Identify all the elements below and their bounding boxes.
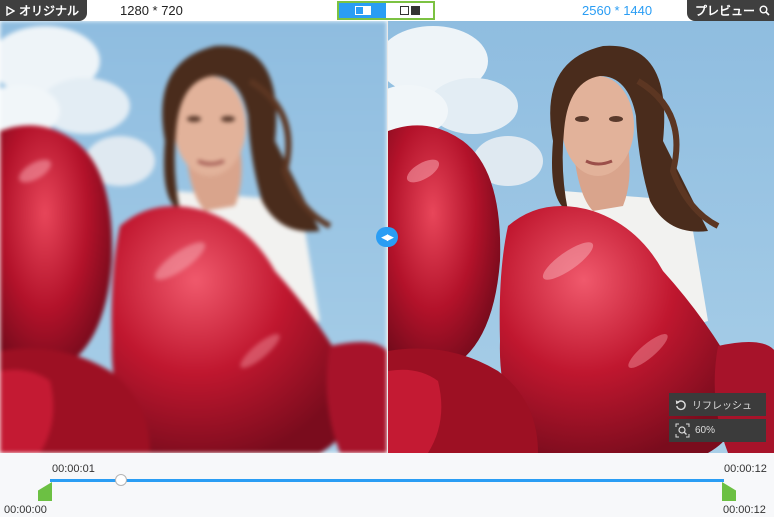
search-icon	[759, 5, 770, 16]
enhanced-preview-pane	[388, 21, 774, 453]
end-time-top: 00:00:12	[724, 463, 767, 475]
zoom-icon	[675, 423, 690, 438]
refresh-icon	[675, 399, 686, 410]
current-time: 00:00:01	[52, 463, 95, 475]
original-resolution: 1280 * 720	[120, 3, 183, 18]
playhead-handle[interactable]	[115, 474, 127, 486]
view-mode-toggle	[337, 1, 435, 20]
end-time-bottom: 00:00:12	[723, 504, 766, 516]
refresh-button[interactable]: リフレッシュ	[669, 393, 766, 416]
play-outline-icon	[6, 5, 15, 16]
refresh-label: リフレッシュ	[692, 401, 752, 412]
timeline	[0, 453, 774, 517]
side-by-side-icon	[399, 6, 420, 15]
split-view-icon	[354, 6, 371, 15]
enhanced-video-frame	[388, 21, 774, 453]
preview-label: プレビュー	[695, 4, 756, 18]
split-handle[interactable]: ◀▶	[376, 227, 398, 247]
original-button[interactable]: オリジナル	[0, 0, 87, 21]
original-video-frame	[0, 21, 387, 453]
side-by-side-button[interactable]	[386, 3, 433, 18]
start-time: 00:00:00	[4, 504, 47, 516]
original-preview-pane	[0, 21, 387, 453]
split-arrows-icon: ◀▶	[381, 231, 394, 242]
timeline-track[interactable]	[50, 479, 724, 482]
original-label: オリジナル	[19, 4, 80, 18]
zoom-level: 60%	[695, 425, 716, 436]
preview-resolution: 2560 * 1440	[582, 3, 653, 18]
split-view-button[interactable]	[339, 3, 386, 18]
zoom-control[interactable]: 60%	[669, 419, 766, 442]
preview-button[interactable]: プレビュー	[687, 0, 774, 21]
toolbar: オリジナル 1280 * 720 2560 * 1440 プレビュー	[0, 0, 774, 21]
